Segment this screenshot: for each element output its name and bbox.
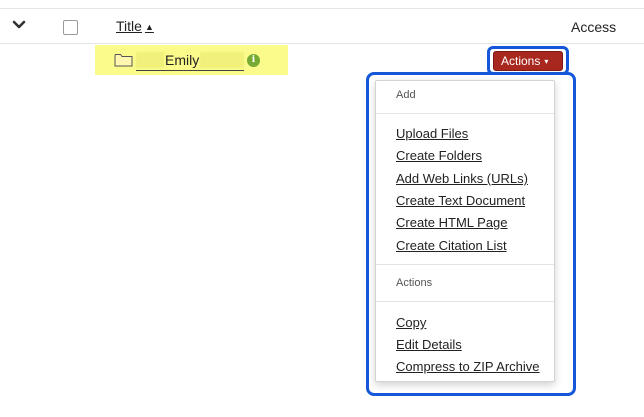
menu-divider (376, 301, 554, 302)
actions-dropdown-menu: Add Upload Files Create Folders Add Web … (375, 80, 555, 382)
chevron-down-icon[interactable] (12, 18, 26, 32)
menu-item-create-citation-list[interactable]: Create Citation List (396, 238, 507, 253)
info-icon[interactable]: i (247, 54, 260, 67)
redacted-text-right (200, 52, 245, 68)
actions-button-label: Actions (501, 54, 541, 68)
table-header-row: Title ▲ Access (0, 8, 644, 44)
folder-name-link[interactable]: Emily (136, 52, 245, 71)
title-column-header[interactable]: Title ▲ (116, 18, 154, 34)
title-column-label: Title (116, 18, 142, 34)
menu-item-compress-zip[interactable]: Compress to ZIP Archive (396, 359, 540, 374)
resources-page: Title ▲ Access Emily i Actions ▾ Add Uploa… (0, 0, 644, 417)
menu-item-create-folders[interactable]: Create Folders (396, 148, 482, 163)
menu-item-upload-files[interactable]: Upload Files (396, 126, 468, 141)
menu-section-actions-label: Actions (396, 277, 433, 289)
menu-divider (376, 264, 554, 265)
menu-section-add-label: Add (396, 89, 416, 101)
folder-name-text: Emily (165, 52, 200, 68)
menu-item-copy[interactable]: Copy (396, 315, 426, 330)
caret-down-icon: ▾ (544, 57, 549, 66)
menu-item-add-web-links[interactable]: Add Web Links (URLs) (396, 171, 528, 186)
redacted-text-left (136, 52, 164, 68)
access-column-header: Access (571, 19, 617, 35)
menu-item-create-html-page[interactable]: Create HTML Page (396, 215, 508, 230)
menu-item-create-text-document[interactable]: Create Text Document (396, 193, 525, 208)
sort-ascending-icon: ▲ (144, 22, 154, 32)
menu-divider (376, 113, 554, 114)
select-all-checkbox[interactable] (63, 20, 78, 35)
folder-icon (114, 54, 133, 67)
actions-dropdown-button[interactable]: Actions ▾ (493, 51, 563, 71)
menu-item-edit-details[interactable]: Edit Details (396, 337, 462, 352)
